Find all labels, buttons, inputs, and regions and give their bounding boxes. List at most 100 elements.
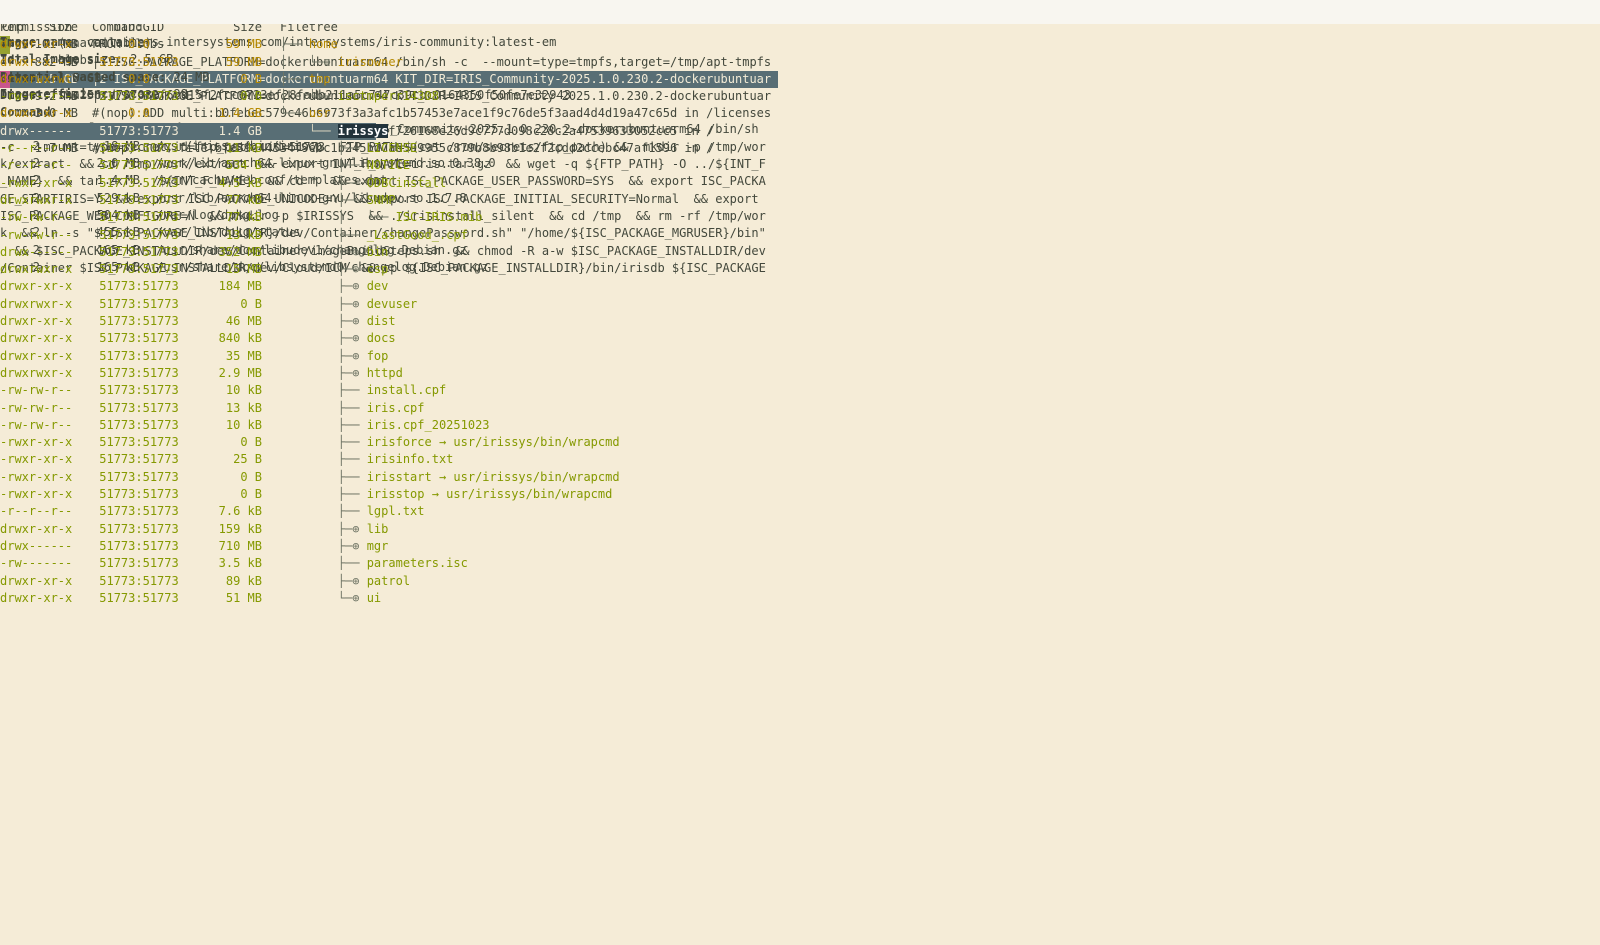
file-permission: -rw-rw-r--	[0, 400, 76, 417]
tree-branch-icon: ├──	[280, 435, 367, 449]
file-row[interactable]: drwxr-xr-x0:059 MB├── home	[0, 36, 812, 53]
file-row[interactable]: -r--r--r--51773:51773534 B ├── NOTICE	[0, 157, 812, 174]
file-permission: drwxr-xr-x	[0, 313, 76, 330]
file-row[interactable]: -rw-rw-r--51773:5177313 kB ├── _LastGood…	[0, 227, 812, 244]
file-name: csp	[367, 262, 389, 276]
file-size: 840 kB	[202, 330, 262, 347]
file-name: dev	[367, 279, 389, 293]
file-name: httpd	[367, 366, 403, 380]
bottom-strip	[0, 0, 1600, 24]
file-row[interactable]: -rw-rw-r--51773:5177313 kB ├── iris.cpf	[0, 400, 812, 417]
file-tree-cell: ├── irisforce → usr/irissys/bin/wrapcmd	[262, 434, 812, 451]
file-tree-cell: ├── iris.cpf	[262, 400, 812, 417]
file-row[interactable]: drwx------51773:51773710 MB ├─⊕ mgr	[0, 538, 812, 555]
file-row[interactable]: drwxr-xr-x51773:51773840 kB ├─⊕ docs	[0, 330, 812, 347]
file-tree-cell: │ └── ISC-IRIS.mib	[262, 209, 812, 226]
file-row[interactable]: -rwxr-xr-x51773:517730 B ├── irisstart →…	[0, 469, 812, 486]
file-tree-cell: ├── home	[262, 36, 812, 53]
file-row[interactable]: drwxr-xr-x51773:5177335 MB ├─⊕ fop	[0, 348, 812, 365]
file-row[interactable]: drwxr-x---51773:5177359 MB│ └─⊕ irisowne…	[0, 54, 812, 71]
file-permission: drwxr-xr-x	[0, 348, 76, 365]
tree-branch-icon: │ └──	[280, 89, 338, 103]
file-permission: drwxr-x---	[0, 54, 76, 71]
file-name: lgpl.txt	[367, 504, 425, 518]
file-uid-gid: 51773:51773	[76, 209, 202, 226]
file-row[interactable]: drwxr-xr-x51773:5177351 MB └─⊕ ui	[0, 590, 812, 607]
file-size: 184 MB	[202, 278, 262, 295]
tree-branch-icon: └──	[280, 106, 309, 120]
file-row[interactable]: drwxr-xr-x51773:51773159 kB ├─⊕ lib	[0, 521, 812, 538]
file-uid-gid: 51773:51773	[76, 590, 202, 607]
file-row[interactable]: -rw-rw-r--51773:5177377 kB │ └── ISC-IRI…	[0, 209, 812, 226]
file-uid-gid: 51773:51773	[76, 434, 202, 451]
file-row[interactable]: drwxr-xr-x0:01.4 GB└── usr	[0, 105, 812, 122]
file-size: 0 B	[202, 469, 262, 486]
file-size: 7.6 kB	[202, 503, 262, 520]
file-uid-gid: 51773:51773	[76, 88, 202, 105]
file-row[interactable]: drwxrwxr-x51773:5177315 MB ├─⊕ csp	[0, 261, 812, 278]
file-permission: drwxr-xr-x	[0, 573, 76, 590]
file-size: 0 B	[202, 434, 262, 451]
file-row[interactable]: -r--r--r--51773:5177311 kB ├── LICENSE	[0, 140, 812, 157]
file-row[interactable]: -rw-rw-r--51773:5177310 kB ├── install.c…	[0, 382, 812, 399]
file-row[interactable]: drwxr-xr-x51773:5177389 kB ├─⊕ patrol	[0, 573, 812, 590]
file-size: 0 B	[202, 88, 262, 105]
file-name: devuser	[367, 297, 418, 311]
file-uid-gid: 51773:51773	[76, 486, 202, 503]
file-tree-cell: ├─⊕ patrol	[262, 573, 812, 590]
file-uid-gid: 51773:51773	[76, 54, 202, 71]
file-row[interactable]: -rw-rw-r--51773:5177310 kB ├── iris.cpf_…	[0, 417, 812, 434]
file-row[interactable]: drwx------51773:517731.4 GB └── irissys	[0, 123, 812, 140]
file-row[interactable]: drwx------51773:51773352 MB ├─⊕ bin	[0, 244, 812, 261]
tree-branch-icon: ├──	[280, 418, 367, 432]
file-row[interactable]: -rw-r--r--51773:517730 B│ └── isctmperr1…	[0, 88, 812, 105]
file-row[interactable]: -rwxr-xr-x51773:517734.5 kB ├── ODBCinst…	[0, 175, 812, 192]
file-size: 710 MB	[202, 538, 262, 555]
file-uid-gid: 51773:51773	[76, 330, 202, 347]
tree-branch-icon: ├──	[280, 228, 367, 242]
file-name: iris.cpf_20251023	[367, 418, 490, 432]
file-row[interactable]: drwxrwxr-x51773:5177377 kB ├── SNMP	[0, 192, 812, 209]
file-tree-cell: ├── irisstop → usr/irissys/bin/wrapcmd	[262, 486, 812, 503]
file-row[interactable]: -rwxr-xr-x51773:517730 B ├── irisforce →…	[0, 434, 812, 451]
file-row[interactable]: drwxrwxr-x51773:517730 B ├─⊕ devuser	[0, 296, 812, 313]
file-tree-cell: └── irissys	[262, 123, 812, 140]
file-row[interactable]: drwxrwxr-x51773:517732.9 MB ├─⊕ httpd	[0, 365, 812, 382]
file-row[interactable]: -rw-------51773:517733.5 kB ├── paramete…	[0, 555, 812, 572]
file-permission: drwxr-xr-x	[0, 278, 76, 295]
tree-branch-icon: ├──	[280, 158, 367, 172]
file-row[interactable]: drwxr-xr-x51773:5177346 MB ├─⊕ dist	[0, 313, 812, 330]
tree-branch-icon: ├──	[280, 504, 367, 518]
tree-branch-icon: ├──	[280, 383, 367, 397]
file-row[interactable]: -rwxr-xr-x51773:517730 B ├── irisstop → …	[0, 486, 812, 503]
file-row[interactable]: drwxr-xr-x51773:51773184 MB ├─⊕ dev	[0, 278, 812, 295]
tree-branch-icon: ├──	[280, 193, 367, 207]
file-name: patrol	[367, 574, 410, 588]
file-uid-gid: 51773:51773	[76, 417, 202, 434]
file-permission: -rw-rw-r--	[0, 209, 76, 226]
file-tree-cell: ├── NOTICE	[262, 157, 812, 174]
file-tree-cell: ├─⊕ httpd	[262, 365, 812, 382]
file-tree-cell: ├── irisstart → usr/irissys/bin/wrapcmd	[262, 469, 812, 486]
file-uid-gid: 51773:51773	[76, 382, 202, 399]
file-uid-gid: 51773:51773	[76, 365, 202, 382]
file-tree-cell: ├── install.cpf	[262, 382, 812, 399]
file-uid-gid: 51773:51773	[76, 175, 202, 192]
file-size: 534 B	[202, 157, 262, 174]
file-name: lib	[367, 522, 389, 536]
file-uid-gid: 0:0	[76, 36, 202, 53]
tree-branch-icon: ├─⊕	[280, 331, 367, 345]
file-tree-cell: ├─⊕ fop	[262, 348, 812, 365]
file-size: 89 kB	[202, 573, 262, 590]
file-uid-gid: 51773:51773	[76, 123, 202, 140]
file-size: 59 MB	[202, 36, 262, 53]
file-uid-gid: 51773:51773	[76, 400, 202, 417]
file-name: irisstop → usr/irissys/bin/wrapcmd	[367, 487, 613, 501]
file-permission: -rwxr-xr-x	[0, 434, 76, 451]
file-size: 15 MB	[202, 261, 262, 278]
file-row[interactable]: -rwxr-xr-x51773:5177325 B ├── irisinfo.t…	[0, 451, 812, 468]
file-row[interactable]: drwxrwxrwt0:00 B├── tmp	[0, 71, 812, 88]
file-row[interactable]: -r--r--r--51773:517737.6 kB ├── lgpl.txt	[0, 503, 812, 520]
file-name: LICENSE	[367, 141, 418, 155]
file-tree-cell: ├─⊕ docs	[262, 330, 812, 347]
